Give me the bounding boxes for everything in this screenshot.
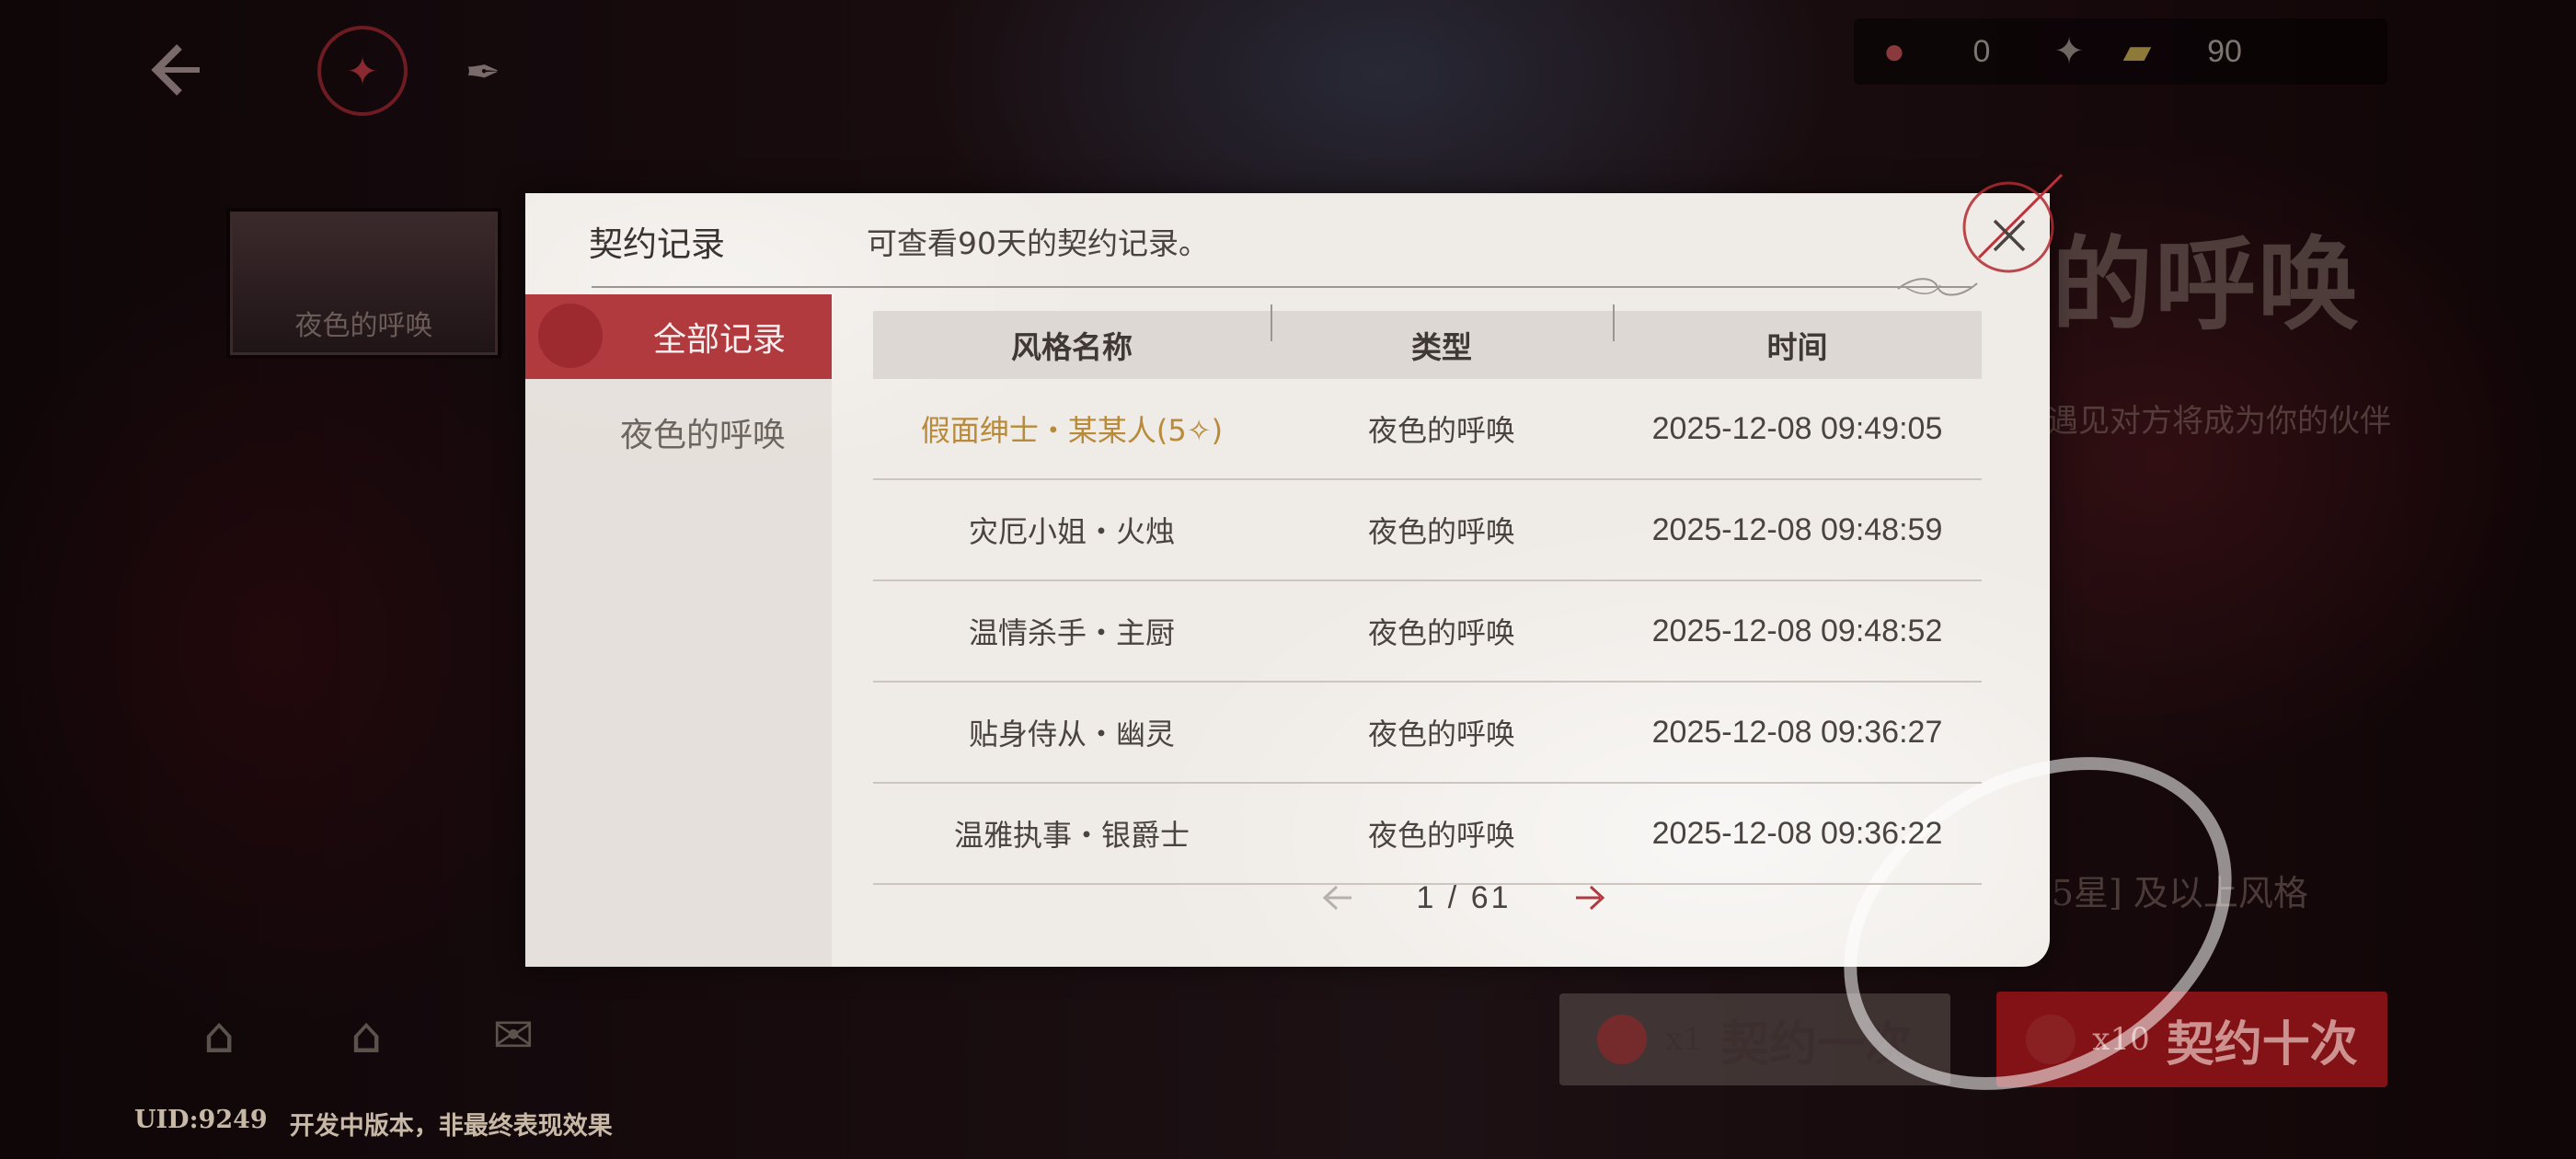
token-count: 0	[1972, 33, 1991, 69]
row-style-name: 贴身侍从・幽灵	[968, 717, 1175, 752]
back-arrow-icon[interactable]	[138, 33, 212, 107]
row-time: 2025-12-08 09:48:59	[1651, 511, 1943, 547]
row-type: 夜色的呼唤	[1367, 615, 1515, 650]
divider-flourish	[1897, 278, 1978, 296]
table-header: 风格名称 类型 时间	[873, 304, 1982, 379]
row-time: 2025-12-08 09:36:27	[1651, 714, 1943, 750]
dev-notice: 开发中版本，非最终表现效果	[289, 1112, 613, 1141]
ten-label: 契约十次	[2166, 1016, 2358, 1073]
table-row: 贴身侍从・幽灵 夜色的呼唤 2025-12-08 09:36:27	[873, 683, 1982, 784]
prev-arrow-icon	[1322, 885, 1351, 911]
column-header-time: 时间	[1613, 304, 1982, 367]
tab-all-records[interactable]: 全部记录	[525, 294, 832, 379]
contract-coin-icon	[1597, 1015, 1648, 1064]
prev-page-button[interactable]	[1317, 879, 1357, 916]
records-table: 风格名称 类型 时间 假面绅士・某某人(5✧) 夜色的呼唤 2025-12-08…	[873, 304, 1982, 885]
record-sidebar: 全部记录 夜色的呼唤	[525, 294, 832, 967]
tab-night-call[interactable]: 夜色的呼唤	[525, 390, 832, 475]
gift-icon[interactable]: ✉	[477, 998, 550, 1072]
column-header-type: 类型	[1271, 304, 1613, 367]
tab-all-records-label: 全部记录	[652, 321, 786, 359]
banner-thumbnail[interactable]: 夜色的呼唤	[230, 212, 498, 355]
banner-thumbnail-label: 夜色的呼唤	[294, 310, 433, 342]
ten-count: x10	[2092, 1021, 2150, 1058]
next-arrow-icon	[1575, 885, 1605, 911]
gold-count: 90	[2207, 33, 2242, 69]
column-header-style-name: 风格名称	[1011, 329, 1133, 365]
header-divider	[592, 286, 1972, 288]
token-icon: ●	[1882, 30, 1906, 72]
page-indicator: 1 / 61	[1416, 879, 1512, 915]
next-page-button[interactable]	[1570, 879, 1611, 916]
row-type: 夜色的呼唤	[1367, 514, 1515, 549]
contract-coin-icon	[2026, 1015, 2076, 1064]
row-time: 2025-12-08 09:36:22	[1651, 815, 1943, 851]
dialog-title: 契约记录	[589, 224, 725, 264]
quill-icon[interactable]: ✒	[455, 35, 511, 109]
tab-night-call-label: 夜色的呼唤	[619, 417, 786, 454]
row-type: 夜色的呼唤	[1367, 413, 1515, 448]
banner-rate-text: [5星] 及以上风格	[2038, 873, 2308, 913]
table-row: 温雅执事・银爵士 夜色的呼唤 2025-12-08 09:36:22	[873, 784, 1982, 885]
summon-emblem-icon[interactable]: ✦	[317, 26, 408, 116]
table-row: 温情杀手・主厨 夜色的呼唤 2025-12-08 09:48:52	[873, 581, 1982, 683]
row-type: 夜色的呼唤	[1367, 818, 1515, 853]
close-button[interactable]	[1984, 210, 2035, 261]
footer-info: UID:9249 开发中版本，非最终表现效果	[134, 1106, 613, 1142]
add-currency-button[interactable]: ✦	[2041, 30, 2097, 73]
once-label: 契约一次	[1720, 1016, 1913, 1073]
row-time: 2025-12-08 09:48:52	[1651, 613, 1943, 648]
bag-icon[interactable]: ⌂	[182, 998, 256, 1072]
uid-text: UID:9249	[134, 1106, 268, 1134]
shop-icon[interactable]: ⌂	[329, 998, 403, 1072]
contract-ten-button[interactable]: x10 契约十次	[1996, 992, 2387, 1087]
row-style-name: 灾厄小姐・火烛	[968, 514, 1175, 549]
row-type: 夜色的呼唤	[1367, 717, 1515, 752]
pagination: 1 / 61	[1317, 874, 1611, 922]
dialog-note: 可查看90天的契约记录。	[867, 225, 1209, 261]
row-style-name: 假面绅士・某某人(5✧)	[920, 413, 1224, 448]
contract-record-dialog: 契约记录 可查看90天的契约记录。 全部记录 夜色的呼唤 风格名称 类型 时间 …	[525, 173, 2292, 1158]
banner-subtitle: 遇见对方将成为你的伙伴	[2047, 403, 2391, 440]
banner-title: 的呼唤	[2052, 225, 2361, 344]
table-row: 假面绅士・某某人(5✧) 夜色的呼唤 2025-12-08 09:49:05	[873, 379, 1982, 480]
table-row: 灾厄小姐・火烛 夜色的呼唤 2025-12-08 09:48:59	[873, 480, 1982, 581]
row-style-name: 温雅执事・银爵士	[953, 818, 1190, 853]
row-style-name: 温情杀手・主厨	[968, 615, 1175, 650]
gold-ticket-icon: ▰	[2122, 31, 2152, 72]
contract-once-button[interactable]: x1 契约一次	[1559, 993, 1950, 1085]
currency-bar: ● 0 ✦ ▰ 90	[1854, 18, 2387, 85]
once-count: x1	[1665, 1021, 1703, 1058]
close-icon	[1993, 219, 2026, 252]
row-time: 2025-12-08 09:49:05	[1651, 410, 1943, 446]
